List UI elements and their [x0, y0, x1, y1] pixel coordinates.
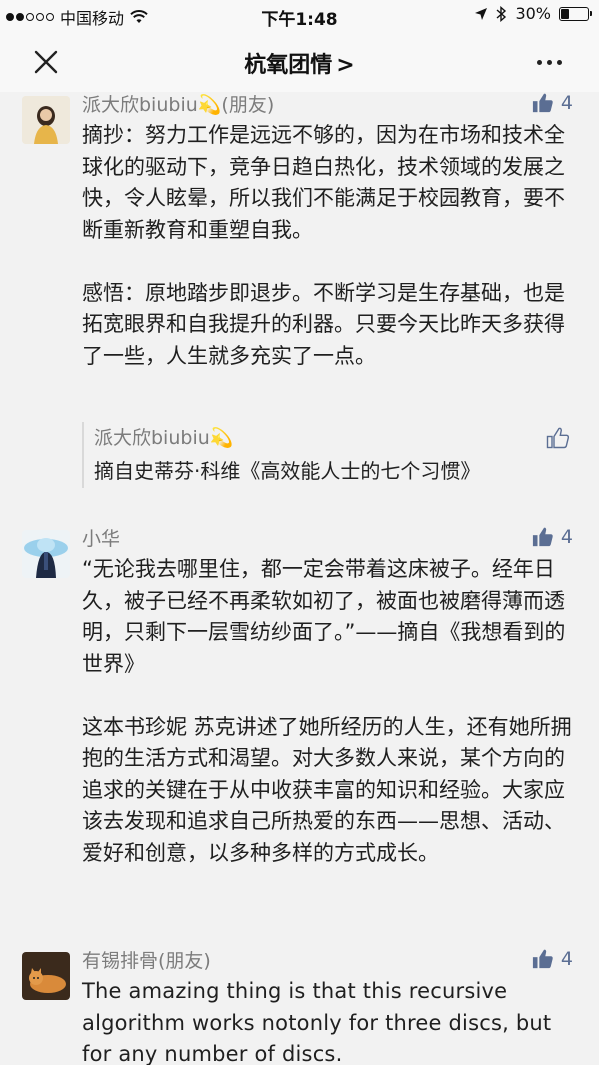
bluetooth-icon [496, 5, 507, 22]
comment-paragraph: 这本书珍妮 苏克讲述了她所经历的人生，还有她所拥抱的生活方式和渴望。对大多数人来… [82, 714, 572, 865]
location-arrow-icon [475, 7, 488, 20]
like-count: 4 [560, 948, 573, 970]
battery-fill [561, 8, 569, 19]
thumbs-up-icon [532, 93, 553, 113]
battery-percent: 30% [515, 4, 551, 23]
like-button[interactable]: 4 [532, 948, 573, 970]
thumbs-up-outline-icon[interactable] [546, 426, 570, 450]
avatar[interactable] [22, 96, 70, 144]
comment-paragraph: The amazing thing is that this recursive… [82, 979, 559, 1065]
page-title[interactable]: 杭氧团情 > [0, 47, 599, 79]
comment-body: 摘抄：努力工作是远远不够的，因为在市场和技术全球化的驱动下，竞争日趋白热化，技术… [82, 120, 576, 372]
more-dots-icon[interactable] [537, 52, 567, 72]
comment-author[interactable]: 有锡排骨(朋友) [82, 946, 211, 973]
status-bar: 中国移动 下午1:48 30% [0, 0, 599, 30]
page-title-text: 杭氧团情 [244, 53, 333, 78]
like-count: 4 [560, 92, 573, 114]
comment-body: The amazing thing is that this recursive… [82, 976, 576, 1065]
comment-body: “无论我去哪里住，都一定会带着这床被子。经年日久，被子已经不再柔软如初了，被面也… [82, 554, 576, 869]
avatar[interactable] [22, 952, 70, 1000]
chevron-right-icon: > [336, 53, 355, 78]
reply-block[interactable]: 派大欣biubiu💫 摘自史蒂芬·科维《高效能人士的七个习惯》 [82, 422, 576, 488]
comment-paragraph: 摘抄：努力工作是远远不够的，因为在市场和技术全球化的驱动下，竞争日趋白热化，技术… [82, 123, 565, 242]
reply-text: 摘自史蒂芬·科维《高效能人士的七个习惯》 [94, 459, 481, 483]
reply-author[interactable]: 派大欣biubiu💫 [94, 422, 576, 454]
like-button[interactable]: 4 [532, 526, 573, 548]
avatar[interactable] [22, 530, 70, 578]
comment-paragraph: “无论我去哪里住，都一定会带着这床被子。经年日久，被子已经不再柔软如初了，被面也… [82, 557, 566, 676]
comment-paragraph: 感悟：原地踏步即退步。不断学习是生存基础，也是拓宽眼界和自我提升的利器。只要今天… [82, 280, 565, 368]
like-button[interactable]: 4 [532, 92, 573, 114]
comment-author[interactable]: 小华 [82, 524, 120, 551]
nav-bar: 杭氧团情 > [0, 30, 599, 92]
thumbs-up-icon [532, 527, 553, 547]
comment-feed[interactable]: 派大欣biubiu💫(朋友) 4 摘抄：努力工作是远远不够的，因为在市场和技术全… [0, 92, 599, 1065]
comment-author[interactable]: 派大欣biubiu💫(朋友) [82, 92, 274, 117]
thumbs-up-icon [532, 949, 553, 969]
battery-icon [559, 6, 592, 21]
like-count: 4 [560, 526, 573, 548]
